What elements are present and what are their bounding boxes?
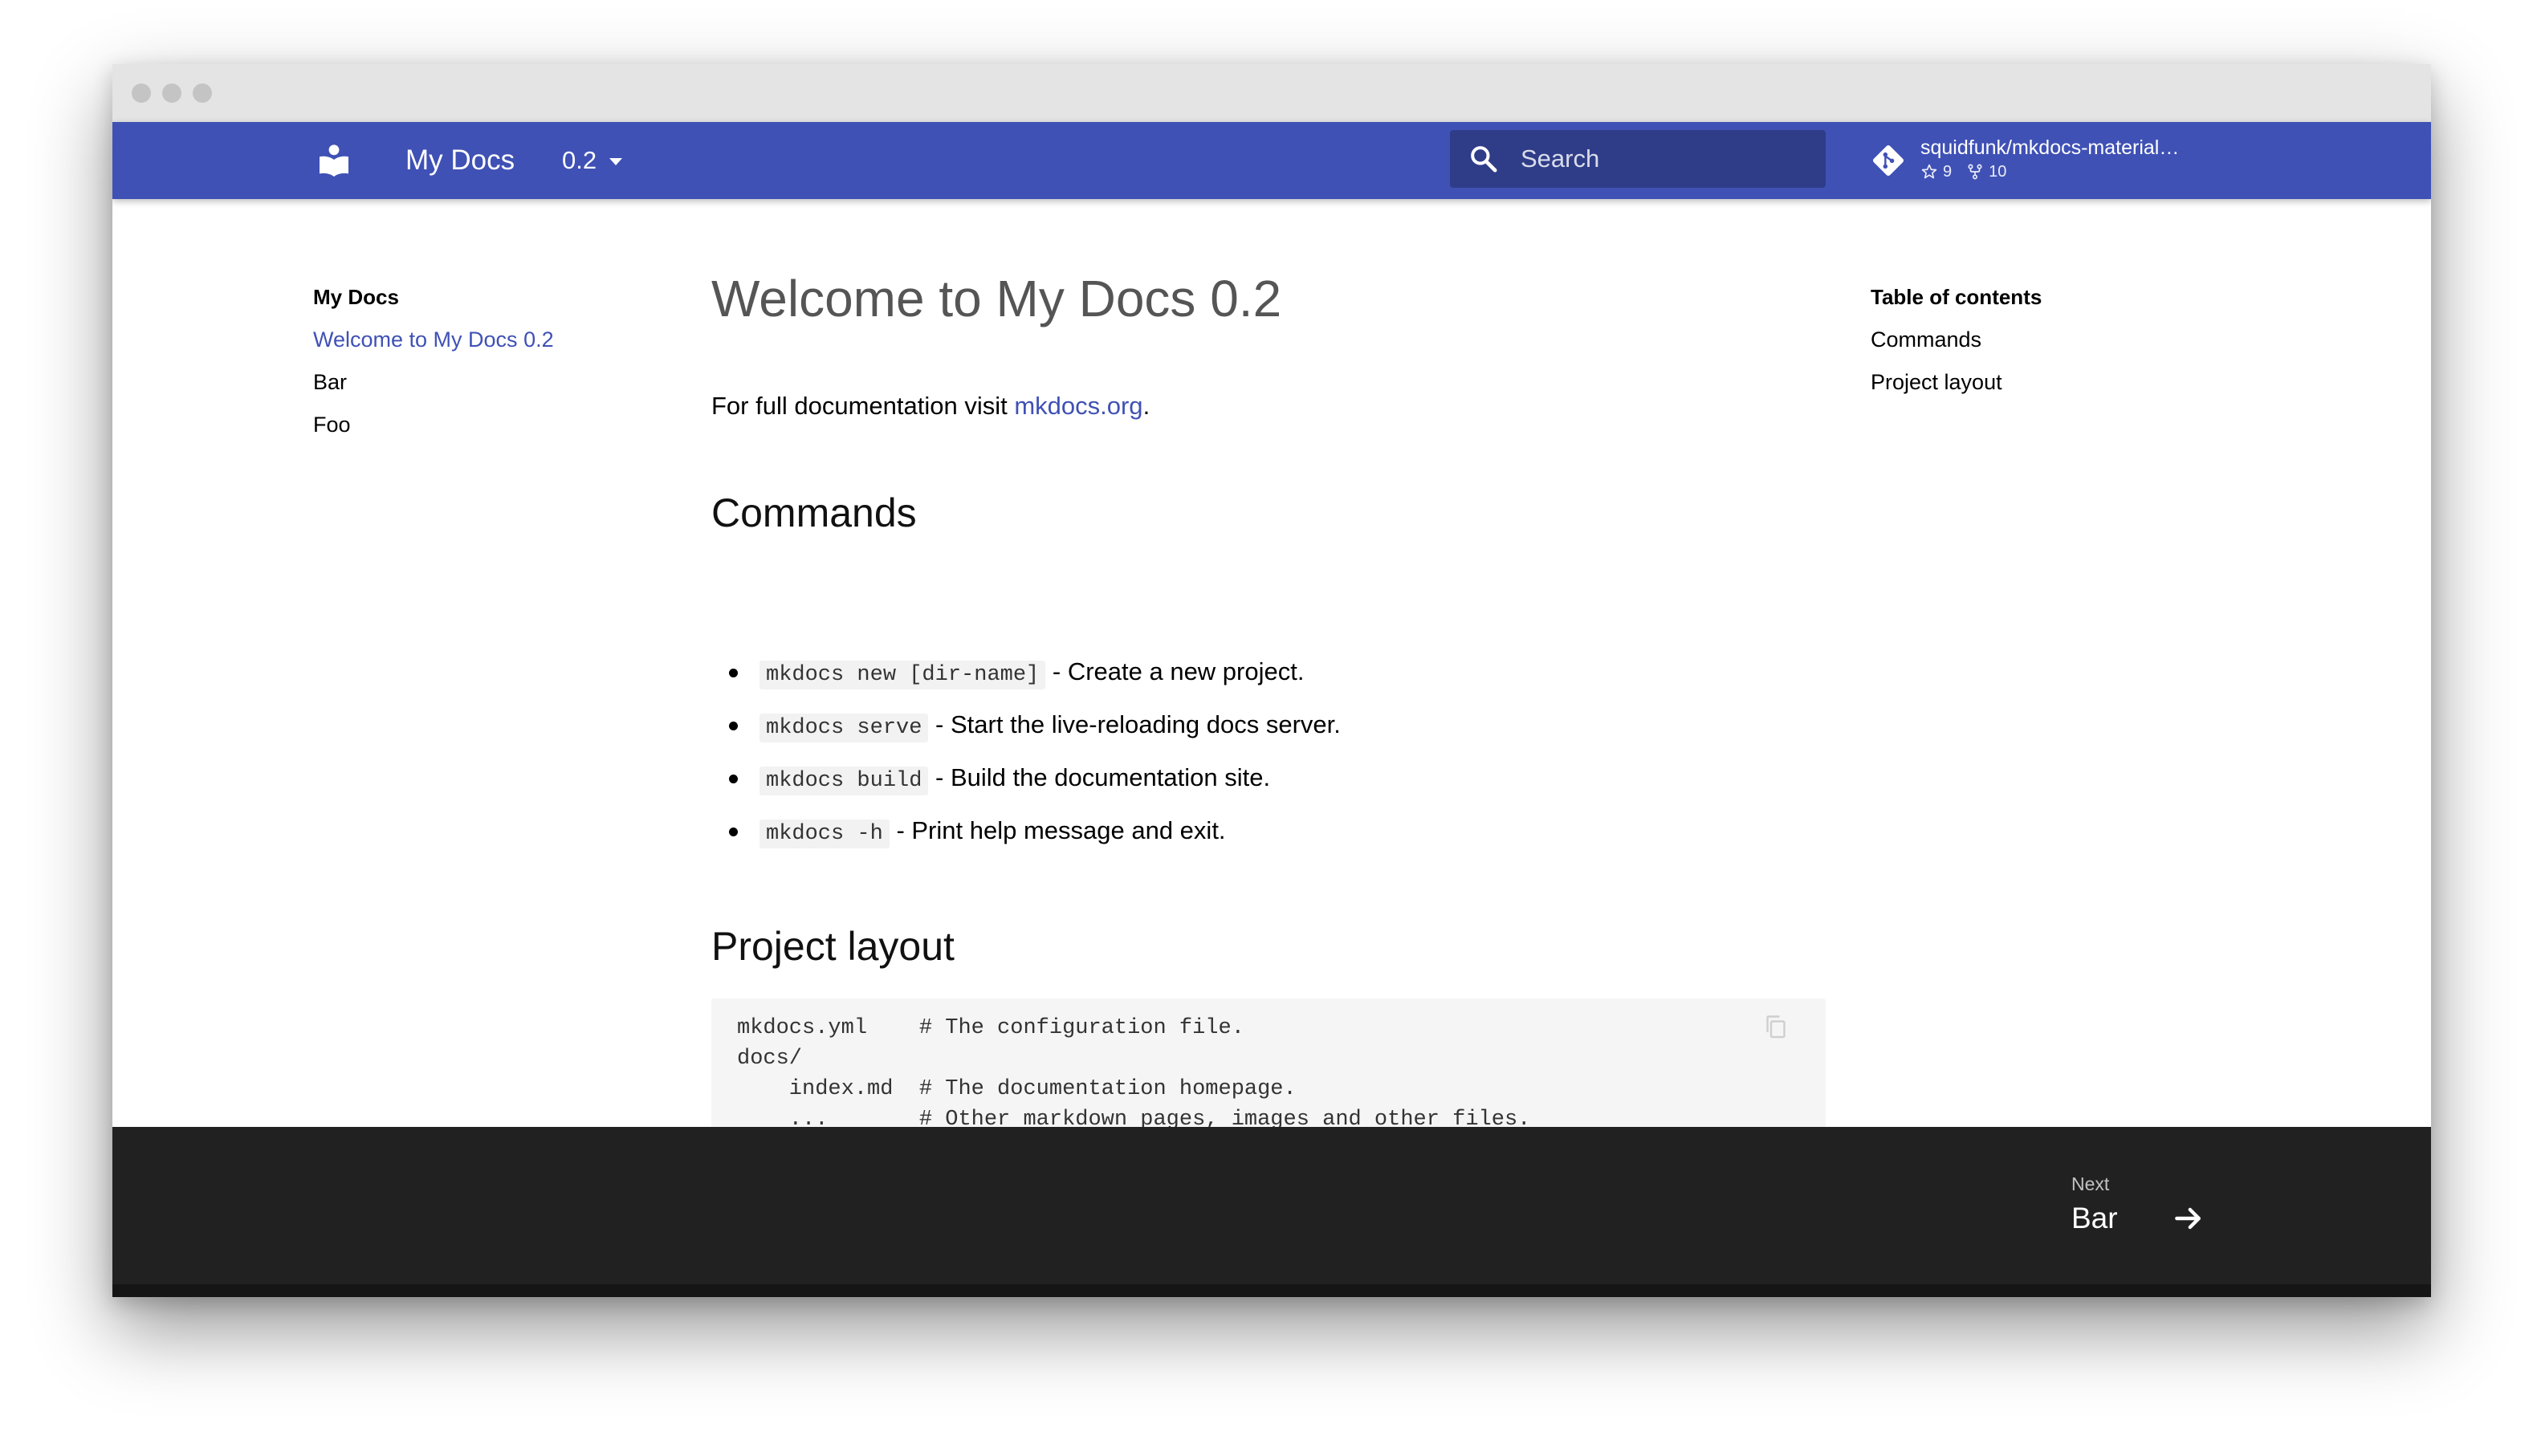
toc-item-commands[interactable]: Commands [1871,323,2272,356]
caret-down-icon [609,157,623,165]
primary-navigation: My Docs Welcome to My Docs 0.2 Bar Foo [313,281,666,451]
copy-icon[interactable] [1761,1013,1790,1042]
nav-item-foo[interactable]: Foo [313,409,666,441]
footer-meta-bar [112,1284,2431,1297]
mkdocs-link[interactable]: mkdocs.org [1014,392,1142,420]
commands-heading: Commands [711,490,917,535]
search-box[interactable] [1450,130,1826,188]
inline-code: mkdocs -h [759,820,890,848]
command-description: - Build the documentation site. [928,763,1271,791]
next-label: Next [2071,1173,2110,1194]
version-label: 0.2 [562,146,597,174]
book-open-icon[interactable] [315,141,353,180]
window-minimize-button[interactable] [162,83,181,103]
bullet-icon [729,828,738,836]
command-description: - Create a new project. [1045,657,1305,685]
window-close-button[interactable] [132,83,151,103]
inline-code: mkdocs new [dir-name] [759,661,1046,689]
page-title: Welcome to My Docs 0.2 [711,270,1282,327]
next-title: Bar [2071,1202,2118,1234]
repository-facts: 9 10 [1920,162,2021,181]
stars-count: 9 [1920,162,1952,181]
version-selector[interactable]: 0.2 [562,141,623,180]
bullet-icon [729,722,738,730]
commands-list: mkdocs new [dir-name] - Create a new pro… [711,650,1341,862]
nav-item-bar[interactable]: Bar [313,366,666,398]
inline-code: mkdocs serve [759,714,929,742]
arrow-right-icon [2175,1207,2201,1230]
site-title[interactable]: My Docs [405,141,515,180]
command-description: - Start the live-reloading docs server. [928,710,1341,738]
window-maximize-button[interactable] [193,83,212,103]
table-of-contents: Table of contents Commands Project layou… [1871,281,2272,409]
repository-name: squidfunk/mkdocs-material… [1920,136,2180,159]
list-item: mkdocs -h - Print help message and exit. [711,809,1341,852]
browser-window: My Docs 0.2 squidfunk/mkdocs-material… [112,64,2431,1297]
bullet-icon [729,775,738,783]
stars-value: 9 [1943,163,1953,181]
command-description: - Print help message and exit. [889,816,1226,844]
site-header: My Docs 0.2 squidfunk/mkdocs-material… [112,122,2431,199]
forks-value: 10 [1989,163,2007,181]
nav-item-welcome[interactable]: Welcome to My Docs 0.2 [313,323,666,356]
forks-count: 10 [1966,162,2006,181]
bullet-icon [729,669,738,677]
toc-title: Table of contents [1871,285,2042,309]
intro-text: For full documentation visit [711,392,1015,420]
list-item: mkdocs serve - Start the live-reloading … [711,703,1341,746]
list-item: mkdocs new [dir-name] - Create a new pro… [711,650,1341,693]
inline-code: mkdocs build [759,767,929,795]
toc-item-project-layout[interactable]: Project layout [1871,366,2272,398]
code-line: index.md # The documentation homepage. [737,1077,1297,1101]
nav-title: My Docs [313,285,399,309]
star-icon [1921,164,1937,179]
fork-icon [1968,164,1982,180]
code-line: docs/ [737,1047,803,1071]
project-layout-heading: Project layout [711,924,955,969]
intro-end: . [1142,392,1150,420]
list-item: mkdocs build - Build the documentation s… [711,756,1341,799]
code-line: mkdocs.yml # The configuration file. [737,1016,1244,1040]
search-icon [1471,146,1497,173]
search-input[interactable] [1521,140,1810,178]
window-titlebar [112,64,2431,122]
git-icon [1872,144,1904,177]
intro-paragraph: For full documentation visit mkdocs.org. [711,388,1150,424]
site-footer: Next Bar [112,1127,2431,1297]
next-page-link[interactable]: Next Bar [2071,1165,2248,1246]
